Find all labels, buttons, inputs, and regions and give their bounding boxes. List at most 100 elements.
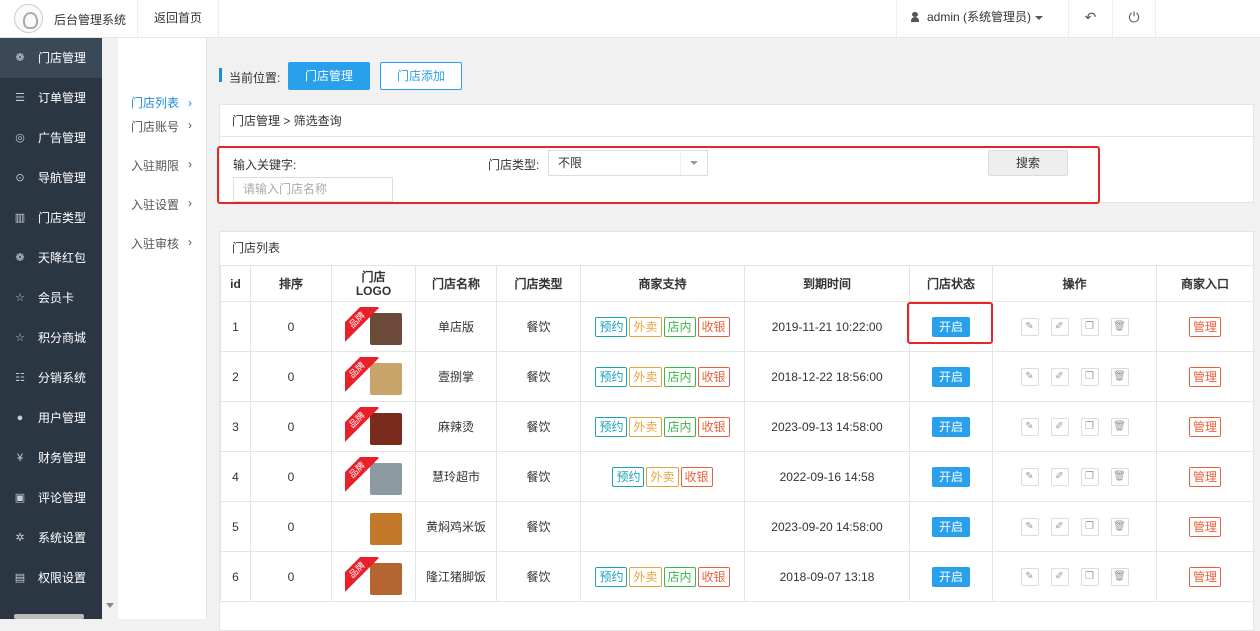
manage-button[interactable]: 管理 (1189, 366, 1221, 387)
copy-icon[interactable]: ❐ (1080, 567, 1099, 586)
support-tag-book: 预约 (595, 566, 628, 587)
cell-actions: ✎ ✐ ❐ 🗑 (992, 351, 1157, 402)
sidebar-item-1[interactable]: ☰ 订单管理 (0, 78, 102, 118)
logout-button[interactable]: ⏻ (1112, 0, 1156, 37)
manage-button[interactable]: 管理 (1189, 516, 1221, 537)
trash-icon[interactable]: 🗑 (1110, 467, 1129, 486)
sidebar-item-label: 门店管理 (38, 51, 87, 65)
cell-id: 6 (220, 551, 251, 602)
status-badge[interactable]: 开启 (932, 366, 970, 387)
cell-sort: 0 (250, 401, 332, 452)
sidebar-item-icon: ✲ (15, 532, 25, 544)
sidebar-item-11[interactable]: ▣ 评论管理 (0, 478, 102, 518)
cell-logo: 品牌 (331, 451, 416, 502)
pencil-icon[interactable]: ✎ (1020, 517, 1039, 536)
manage-button[interactable]: 管理 (1189, 466, 1221, 487)
pencil-icon[interactable]: ✎ (1020, 417, 1039, 436)
sidebar-item-label: 积分商城 (38, 331, 87, 345)
cell-status: 开启 (909, 451, 993, 502)
cell-logo: 品牌 (331, 301, 416, 352)
subnav-item-2[interactable]: 入驻期限 › (118, 136, 206, 175)
status-badge[interactable]: 开启 (932, 466, 970, 487)
edit-icon[interactable]: ✐ (1050, 367, 1069, 386)
store-type-select[interactable]: 不限 (548, 150, 708, 176)
edit-icon[interactable]: ✐ (1050, 517, 1069, 536)
user-icon (911, 12, 919, 22)
subnav-item-label: 入驻审核 (131, 237, 180, 251)
cell-id: 3 (220, 401, 251, 452)
sub-navigation: 门店列表 › 门店账号 › 入驻期限 › 入驻设置 › 入驻审核 › (118, 38, 207, 619)
subnav-item-4[interactable]: 入驻审核 › (118, 214, 206, 253)
copy-icon[interactable]: ❐ (1080, 317, 1099, 336)
sidebar-item-6[interactable]: ☆ 会员卡 (0, 278, 102, 318)
power-icon: ⏻ (1128, 9, 1140, 25)
cell-status: 开启 (909, 551, 993, 602)
store-logo-image (369, 462, 402, 495)
status-badge[interactable]: 开启 (932, 566, 970, 587)
pencil-icon[interactable]: ✎ (1020, 567, 1039, 586)
cell-entry: 管理 (1156, 351, 1254, 402)
sidebar-scrollbar[interactable] (102, 38, 118, 619)
manage-button[interactable]: 管理 (1189, 416, 1221, 437)
manage-button[interactable]: 管理 (1189, 566, 1221, 587)
sidebar-item-9[interactable]: ● 用户管理 (0, 398, 102, 438)
copy-icon[interactable]: ❐ (1080, 367, 1099, 386)
cell-entry: 管理 (1156, 501, 1254, 552)
keyword-input[interactable]: 请输入门店名称 (233, 177, 393, 202)
back-home-link[interactable]: 返回首页 (137, 0, 220, 37)
subnav-item-1[interactable]: 门店账号 › (118, 97, 206, 136)
store-add-button[interactable]: 门店添加 (380, 62, 462, 90)
status-badge[interactable]: 开启 (932, 416, 970, 437)
pencil-icon[interactable]: ✎ (1020, 317, 1039, 336)
cell-logo: 品牌 (331, 401, 416, 452)
sidebar-item-2[interactable]: ◎ 广告管理 (0, 118, 102, 158)
sidebar-item-0[interactable]: ❁ 门店管理 (0, 38, 102, 78)
support-tag-dine: 店内 (663, 416, 696, 437)
sidebar-item-7[interactable]: ☆ 积分商城 (0, 318, 102, 358)
sidebar-item-4[interactable]: ▥ 门店类型 (0, 198, 102, 238)
pencil-icon[interactable]: ✎ (1020, 367, 1039, 386)
sidebar-item-13[interactable]: ▤ 权限设置 (0, 558, 102, 598)
support-tag-dine: 店内 (663, 566, 696, 587)
sidebar-item-10[interactable]: ¥ 财务管理 (0, 438, 102, 478)
store-manage-button[interactable]: 门店管理 (288, 62, 370, 90)
trash-icon[interactable]: 🗑 (1110, 317, 1129, 336)
sidebar-horizontal-scrollbar[interactable] (14, 614, 84, 619)
trash-icon[interactable]: 🗑 (1110, 567, 1129, 586)
sidebar-item-icon: ⊙ (15, 172, 25, 184)
column-header-4: 门店类型 (496, 265, 581, 302)
manage-button[interactable]: 管理 (1189, 316, 1221, 337)
edit-icon[interactable]: ✐ (1050, 417, 1069, 436)
subnav-item-0[interactable]: 门店列表 › (118, 38, 206, 110)
copy-icon[interactable]: ❐ (1080, 417, 1099, 436)
sidebar-item-icon: ▥ (14, 212, 26, 224)
trash-icon[interactable]: 🗑 (1110, 417, 1129, 436)
undo-button[interactable]: ↶ (1068, 0, 1112, 37)
cell-actions: ✎ ✐ ❐ 🗑 (992, 551, 1157, 602)
trash-icon[interactable]: 🗑 (1110, 517, 1129, 536)
pencil-icon[interactable]: ✎ (1020, 467, 1039, 486)
subnav-item-3[interactable]: 入驻设置 › (118, 175, 206, 214)
cell-expire: 2022-09-16 14:58 (744, 451, 910, 502)
scroll-down-arrow-icon[interactable] (106, 603, 114, 608)
cell-logo (331, 501, 416, 552)
sidebar-item-label: 订单管理 (38, 91, 87, 105)
admin-dropdown[interactable]: admin (系统管理员) (896, 0, 1068, 37)
sidebar-item-3[interactable]: ⊙ 导航管理 (0, 158, 102, 198)
copy-icon[interactable]: ❐ (1080, 517, 1099, 536)
status-badge[interactable]: 开启 (932, 516, 970, 537)
edit-icon[interactable]: ✐ (1050, 317, 1069, 336)
edit-icon[interactable]: ✐ (1050, 567, 1069, 586)
sidebar-item-12[interactable]: ✲ 系统设置 (0, 518, 102, 558)
trash-icon[interactable]: 🗑 (1110, 367, 1129, 386)
search-button[interactable]: 搜索 (988, 150, 1068, 176)
sidebar-item-8[interactable]: ☷ 分销系统 (0, 358, 102, 398)
cell-name: 麻辣烫 (415, 401, 497, 452)
support-tag-take: 外卖 (629, 366, 662, 387)
copy-icon[interactable]: ❐ (1080, 467, 1099, 486)
edit-icon[interactable]: ✐ (1050, 467, 1069, 486)
cell-expire: 2023-09-13 14:58:00 (744, 401, 910, 452)
sidebar-item-icon: ¥ (16, 452, 24, 464)
status-highlight-box (907, 302, 993, 344)
sidebar-item-5[interactable]: ❁ 天降红包 (0, 238, 102, 278)
